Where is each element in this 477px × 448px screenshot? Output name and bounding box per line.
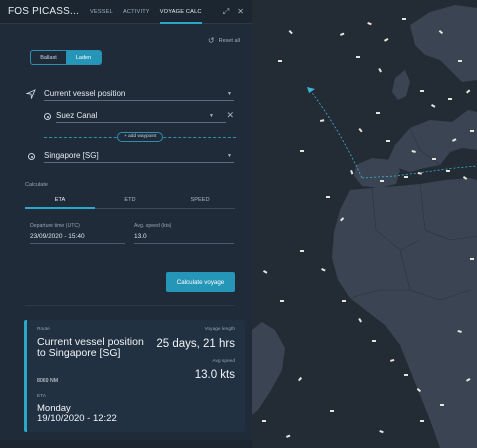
departure-time-label: Departure time (UTC) <box>30 223 80 229</box>
tab-speed[interactable]: SPEED <box>165 193 235 208</box>
voyage-result-card: Route Voyage length Current vessel posit… <box>24 320 245 432</box>
distance-value: 8069 NM <box>37 378 59 384</box>
tab-eta[interactable]: ETA <box>25 193 95 209</box>
navigation-arrow-icon <box>26 89 36 99</box>
route-value: Current vessel position to Singapore [SG… <box>37 336 144 359</box>
panel-header: FOS PICASS... VESSEL ACTIVITY VOYAGE CAL… <box>0 0 252 24</box>
voyage-calc-panel: FOS PICASS... VESSEL ACTIVITY VOYAGE CAL… <box>0 0 252 448</box>
tab-voyage-calc[interactable]: VOYAGE CALC <box>159 0 202 24</box>
destination-value: Singapore [SG] <box>44 151 99 160</box>
route-label: Route <box>37 327 50 332</box>
remove-waypoint-icon[interactable]: ✕ <box>226 110 234 121</box>
eta-datetime: 19/10/2020 - 12:22 <box>37 413 117 424</box>
app-root: FOS PICASS... VESSEL ACTIVITY VOYAGE CAL… <box>0 0 477 448</box>
reset-all-button[interactable]: ↺ Reset all <box>208 36 240 45</box>
departure-time-input[interactable]: 23/09/2020 - 15:40 <box>30 233 125 244</box>
panel-footer <box>0 440 252 448</box>
voyage-length-label: Voyage length <box>204 327 235 332</box>
tab-etd[interactable]: ETD <box>95 193 165 208</box>
expand-icon[interactable]: ⤢ <box>223 7 229 17</box>
chevron-down-icon: ▼ <box>209 112 214 119</box>
chevron-down-icon: ▼ <box>227 152 232 159</box>
laden-option[interactable]: Laden <box>66 51 101 64</box>
tab-vessel[interactable]: VESSEL <box>90 0 113 24</box>
waypoint-radio-icon <box>44 113 51 120</box>
voyage-length-value: 25 days, 21 hrs <box>156 338 235 350</box>
eta-label: ETA <box>37 394 46 399</box>
origin-select[interactable]: Current vessel position ▼ <box>44 87 234 101</box>
section-divider <box>25 305 235 306</box>
vessel-name: FOS PICASS... <box>8 6 79 17</box>
load-toggle: Ballast Laden <box>30 50 102 65</box>
avg-speed-result-value: 13.0 kts <box>194 369 235 381</box>
reset-label: Reset all <box>218 37 240 44</box>
close-icon[interactable]: ✕ <box>237 7 244 17</box>
avg-speed-input[interactable]: 13.0 <box>134 233 234 244</box>
waypoint-select[interactable]: Suez Canal ▼ ✕ <box>56 109 234 123</box>
calculate-voyage-button[interactable]: Calculate voyage <box>166 272 235 292</box>
destination-select[interactable]: Singapore [SG] ▼ <box>44 149 234 163</box>
reset-icon: ↺ <box>207 36 215 45</box>
chevron-down-icon: ▼ <box>227 90 232 97</box>
add-waypoint-button[interactable]: + add waypoint <box>117 132 164 142</box>
destination-radio-icon <box>28 153 35 160</box>
waypoint-value: Suez Canal <box>56 111 98 120</box>
calculate-tabs: ETA ETD SPEED <box>25 193 235 209</box>
ballast-option[interactable]: Ballast <box>31 51 66 64</box>
tab-activity[interactable]: ACTIVITY <box>123 0 150 24</box>
avg-speed-label: Avg. speed (kts) <box>134 223 172 229</box>
avg-speed-result-label: Avg speed <box>212 359 235 364</box>
origin-value: Current vessel position <box>44 89 126 98</box>
calculate-label: Calculate <box>25 182 48 188</box>
